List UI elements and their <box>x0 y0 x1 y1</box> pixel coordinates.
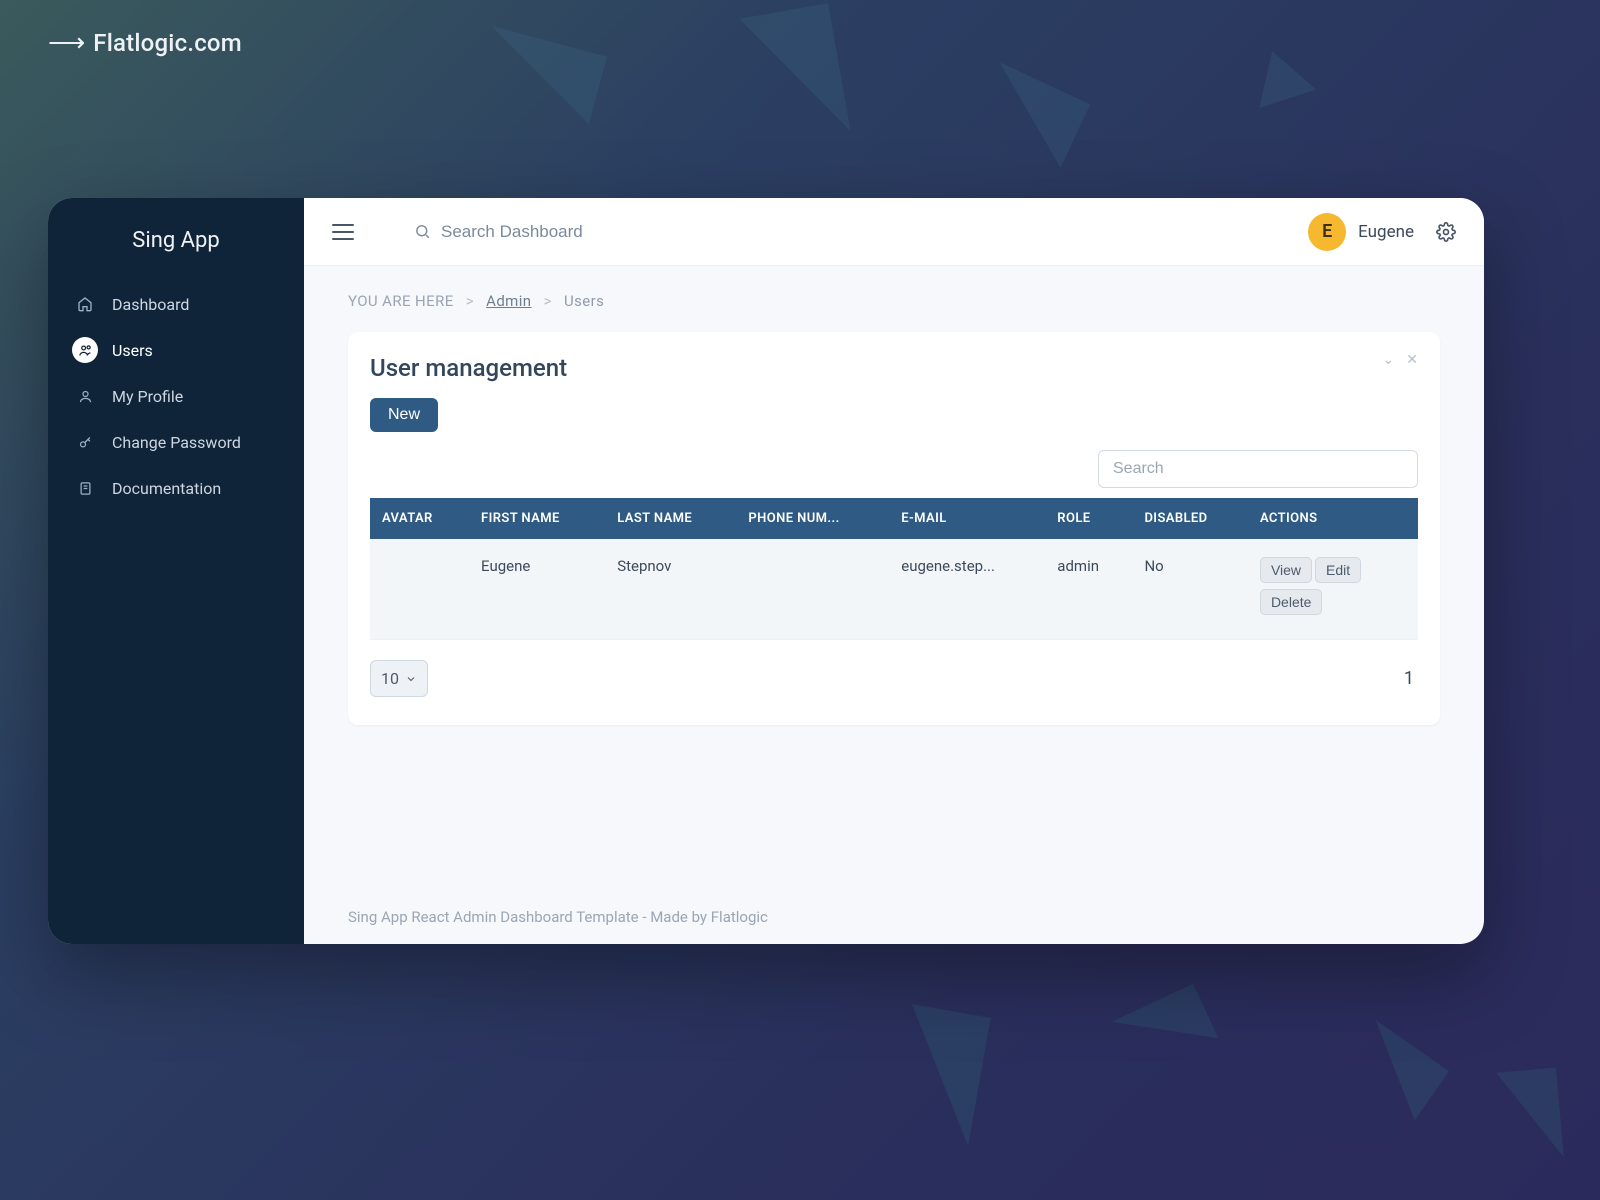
sidebar-item-change-password[interactable]: Change Password <box>48 419 304 465</box>
topbar: E Eugene <box>304 198 1484 266</box>
col-first-name[interactable]: FIRST NAME <box>469 498 605 539</box>
delete-button[interactable]: Delete <box>1260 589 1322 615</box>
cell-avatar <box>370 539 469 640</box>
breadcrumb-sep: > <box>544 292 552 310</box>
sidebar-item-users[interactable]: Users <box>48 327 304 373</box>
col-last-name[interactable]: LAST NAME <box>605 498 736 539</box>
app-window: Sing App Dashboard Users My Profile Chan… <box>48 198 1484 944</box>
cell-last-name: Stepnov <box>605 539 736 640</box>
sidebar: Sing App Dashboard Users My Profile Chan… <box>48 198 304 944</box>
table-row: Eugene Stepnov eugene.step... admin No V… <box>370 539 1418 640</box>
user-name-label: Eugene <box>1358 222 1414 242</box>
search-icon <box>414 223 431 240</box>
content-area: YOU ARE HERE > Admin > Users ⌄ ✕ User ma… <box>304 266 1484 866</box>
search-input[interactable] <box>441 222 801 242</box>
app-logo[interactable]: Sing App <box>48 216 304 281</box>
col-phone[interactable]: PHONE NUM... <box>736 498 889 539</box>
col-email[interactable]: E-MAIL <box>889 498 1045 539</box>
sidebar-item-label: Documentation <box>112 479 221 498</box>
panel-close-icon[interactable]: ✕ <box>1406 352 1418 368</box>
doc-icon <box>72 475 98 501</box>
arrow-right-icon: ⟶ <box>48 28 83 58</box>
users-table: AVATAR FIRST NAME LAST NAME PHONE NUM...… <box>370 498 1418 640</box>
view-button[interactable]: View <box>1260 557 1312 583</box>
key-icon <box>72 429 98 455</box>
breadcrumb-sep: > <box>466 292 474 310</box>
chevron-down-icon <box>405 673 417 685</box>
global-search <box>414 222 1308 242</box>
gear-icon[interactable] <box>1436 222 1456 242</box>
brand-link[interactable]: ⟶ Flatlogic.com <box>48 28 242 58</box>
user-menu[interactable]: E Eugene <box>1308 213 1456 251</box>
col-disabled[interactable]: DISABLED <box>1132 498 1248 539</box>
sidebar-item-profile[interactable]: My Profile <box>48 373 304 419</box>
cell-actions: ViewEdit Delete <box>1248 539 1418 640</box>
sidebar-item-label: Users <box>112 341 153 360</box>
users-panel: ⌄ ✕ User management New AVATAR FIRST NAM… <box>348 332 1440 725</box>
main-region: E Eugene YOU ARE HERE > Admin > Users ⌄ … <box>304 198 1484 944</box>
breadcrumb-link-admin[interactable]: Admin <box>486 292 531 310</box>
sidebar-item-label: My Profile <box>112 387 183 406</box>
table-search-input[interactable] <box>1098 450 1418 488</box>
edit-button[interactable]: Edit <box>1315 557 1361 583</box>
col-role[interactable]: ROLE <box>1045 498 1132 539</box>
menu-toggle-button[interactable] <box>332 224 354 240</box>
panel-collapse-icon[interactable]: ⌄ <box>1383 352 1395 368</box>
breadcrumb: YOU ARE HERE > Admin > Users <box>348 292 1440 310</box>
page-size-value: 10 <box>381 669 399 688</box>
table-footer: 10 1 <box>370 660 1418 697</box>
col-actions: ACTIONS <box>1248 498 1418 539</box>
cell-email: eugene.step... <box>889 539 1045 640</box>
sidebar-item-dashboard[interactable]: Dashboard <box>48 281 304 327</box>
breadcrumb-current: Users <box>564 292 604 310</box>
page-size-select[interactable]: 10 <box>370 660 428 697</box>
home-icon <box>72 291 98 317</box>
sidebar-item-label: Dashboard <box>112 295 189 314</box>
panel-title: User management <box>370 354 1418 382</box>
cell-disabled: No <box>1132 539 1248 640</box>
profile-icon <box>72 383 98 409</box>
cell-phone <box>736 539 889 640</box>
page-number[interactable]: 1 <box>1404 668 1418 689</box>
brand-label: Flatlogic.com <box>93 29 242 57</box>
cell-role: admin <box>1045 539 1132 640</box>
users-icon <box>72 337 98 363</box>
col-avatar[interactable]: AVATAR <box>370 498 469 539</box>
sidebar-item-label: Change Password <box>112 433 241 452</box>
sidebar-item-documentation[interactable]: Documentation <box>48 465 304 511</box>
new-user-button[interactable]: New <box>370 398 438 432</box>
breadcrumb-prefix: YOU ARE HERE <box>348 292 454 310</box>
footer-note: Sing App React Admin Dashboard Template … <box>304 866 1484 944</box>
avatar: E <box>1308 213 1346 251</box>
cell-first-name: Eugene <box>469 539 605 640</box>
